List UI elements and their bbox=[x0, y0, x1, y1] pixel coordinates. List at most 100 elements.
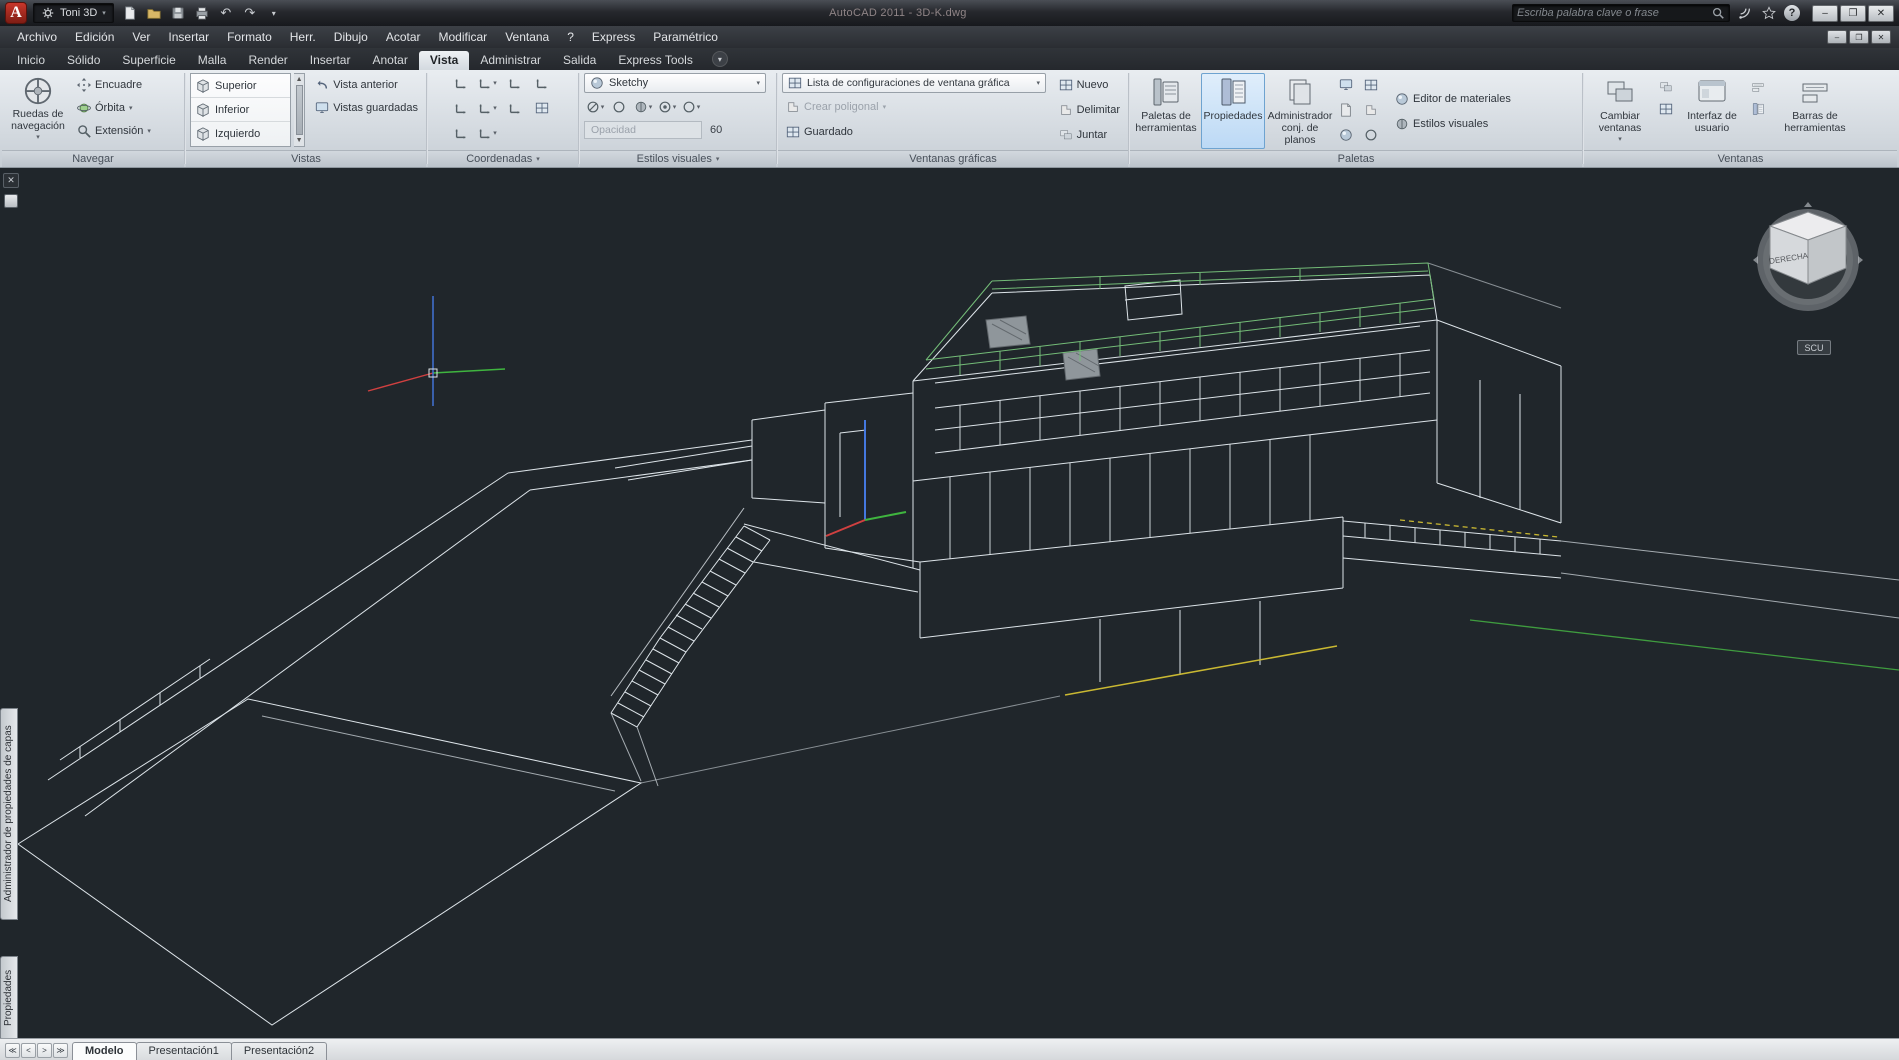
view-superior[interactable]: Superior bbox=[191, 74, 290, 98]
zoom-extents-button[interactable]: Extensión ▾ bbox=[73, 119, 155, 142]
favorites-icon[interactable] bbox=[1760, 4, 1778, 22]
menu-herr[interactable]: Herr. bbox=[281, 26, 325, 48]
visual-style-dropdown[interactable]: Sketchy ▾ bbox=[584, 73, 766, 93]
restore-button[interactable]: ❐ bbox=[1840, 4, 1866, 22]
last-layout-button[interactable]: ≫ bbox=[53, 1043, 68, 1058]
doc-close-button[interactable]: ✕ bbox=[1871, 30, 1891, 44]
tool-palettes-button[interactable]: Paletas de herramientas bbox=[1134, 73, 1198, 149]
tab-solido[interactable]: Sólido bbox=[56, 51, 111, 70]
opacity-slider[interactable]: Opacidad bbox=[584, 121, 702, 139]
tab-anotar[interactable]: Anotar bbox=[361, 51, 418, 70]
tab-modelo[interactable]: Modelo bbox=[72, 1042, 137, 1060]
ucs-named-button[interactable] bbox=[531, 98, 553, 118]
tab-presentacion2[interactable]: Presentación2 bbox=[230, 1042, 328, 1060]
close-button[interactable]: ✕ bbox=[1868, 4, 1894, 22]
doc-restore-button[interactable]: ❐ bbox=[1849, 30, 1869, 44]
sidebar-tab-properties[interactable]: Propiedades bbox=[0, 956, 18, 1038]
panel-label-paletas[interactable]: Paletas bbox=[1130, 150, 1582, 167]
wireframe-style-button[interactable] bbox=[608, 97, 630, 117]
join-viewport-button[interactable]: Juntar bbox=[1055, 123, 1124, 146]
switch-windows-button[interactable]: Cambiar ventanas ▾ bbox=[1588, 73, 1652, 149]
edge-effects-button[interactable]: ▾ bbox=[656, 97, 678, 117]
viewcube[interactable]: DERECHA bbox=[1743, 198, 1873, 333]
toolbars-button[interactable]: Barras de herramientas bbox=[1772, 73, 1858, 149]
properties-palette-button[interactable]: Propiedades bbox=[1201, 73, 1265, 150]
culling-toggle-button[interactable]: ▾ bbox=[584, 97, 606, 117]
panel-label-ventanas-graficas[interactable]: Ventanas gráficas bbox=[778, 150, 1128, 167]
help-button[interactable]: ? bbox=[1784, 5, 1800, 21]
menu-express[interactable]: Express bbox=[583, 26, 644, 48]
tab-superficie[interactable]: Superficie bbox=[111, 51, 186, 70]
menu-ventana[interactable]: Ventana bbox=[496, 26, 558, 48]
viewcube-arrow-up[interactable] bbox=[1804, 202, 1812, 207]
tab-render[interactable]: Render bbox=[237, 51, 298, 70]
visual-styles-palette-button[interactable]: Estilos visuales bbox=[1391, 112, 1515, 135]
view-izquierdo[interactable]: Izquierdo bbox=[191, 122, 290, 146]
create-polygonal-button[interactable]: Crear poligonal ▾ bbox=[782, 95, 1052, 118]
open-button[interactable] bbox=[144, 3, 164, 23]
scu-menu-badge[interactable]: SCU bbox=[1797, 340, 1831, 355]
workspace-switcher[interactable]: Toni 3D ▾ bbox=[33, 3, 114, 23]
menu-archivo[interactable]: Archivo bbox=[8, 26, 66, 48]
palette-tool-button[interactable] bbox=[1360, 100, 1382, 120]
palette-tool-button[interactable] bbox=[1335, 75, 1357, 95]
views-gallery-scrollbar[interactable]: ▲ ▼ bbox=[293, 73, 306, 147]
orbit-button[interactable]: Órbita ▾ bbox=[73, 96, 155, 119]
xray-button[interactable]: ▾ bbox=[680, 97, 702, 117]
ucs-face-button[interactable] bbox=[531, 73, 553, 93]
shading-button[interactable]: ▾ bbox=[632, 97, 654, 117]
prev-layout-button[interactable]: < bbox=[21, 1043, 36, 1058]
palette-tool-button[interactable] bbox=[1360, 125, 1382, 145]
panel-label-coordenadas[interactable]: Coordenadas ▾ bbox=[428, 150, 578, 167]
application-menu-button[interactable]: A bbox=[5, 2, 27, 24]
scroll-up-icon[interactable]: ▲ bbox=[296, 76, 303, 83]
sidebar-tab-layer-properties[interactable]: Administrador de propiedades de capas bbox=[0, 708, 18, 920]
tab-express-tools[interactable]: Express Tools bbox=[607, 51, 703, 70]
tab-vista[interactable]: Vista bbox=[418, 51, 470, 70]
next-layout-button[interactable]: > bbox=[37, 1043, 52, 1058]
close-icon[interactable]: ✕ bbox=[3, 173, 19, 188]
ucs-origin-button[interactable] bbox=[450, 98, 472, 118]
search-input[interactable] bbox=[1517, 7, 1707, 19]
tab-insertar[interactable]: Insertar bbox=[299, 51, 362, 70]
palette-tool-button[interactable] bbox=[1335, 125, 1357, 145]
new-viewport-button[interactable]: Nuevo bbox=[1055, 73, 1124, 96]
plot-button[interactable] bbox=[192, 3, 212, 23]
tile-horizontal-button[interactable] bbox=[1655, 99, 1677, 119]
saved-views-button[interactable]: Vistas guardadas bbox=[311, 96, 422, 119]
materials-editor-button[interactable]: Editor de materiales bbox=[1391, 87, 1515, 110]
sheet-set-manager-button[interactable]: Administrador conj. de planos bbox=[1268, 73, 1332, 149]
qat-overflow-button[interactable]: ▾ bbox=[264, 3, 284, 23]
viewcube-arrow-left[interactable] bbox=[1753, 256, 1758, 264]
doc-minimize-button[interactable]: – bbox=[1827, 30, 1847, 44]
ucs-world-button[interactable]: ▾ bbox=[477, 73, 499, 93]
ribbon-minimize-button[interactable]: ▾ bbox=[711, 51, 728, 67]
scroll-down-icon[interactable]: ▼ bbox=[296, 137, 303, 144]
new-button[interactable] bbox=[120, 3, 140, 23]
tab-inicio[interactable]: Inicio bbox=[6, 51, 56, 70]
tab-malla[interactable]: Malla bbox=[187, 51, 238, 70]
undo-button[interactable]: ↶ bbox=[216, 3, 236, 23]
model-viewport[interactable]: ✕ Administrador de propiedades de capas … bbox=[0, 168, 1899, 1038]
viewport-config-dropdown[interactable]: Lista de configuraciones de ventana gráf… bbox=[782, 73, 1046, 93]
previous-view-button[interactable]: Vista anterior bbox=[311, 73, 422, 96]
ucs-y-button[interactable]: ▾ bbox=[477, 123, 499, 143]
menu-dibujo[interactable]: Dibujo bbox=[325, 26, 377, 48]
menu-edicion[interactable]: Edición bbox=[66, 26, 123, 48]
redo-button[interactable]: ↷ bbox=[240, 3, 260, 23]
ucs-button[interactable] bbox=[450, 73, 472, 93]
pan-button[interactable]: Encuadre bbox=[73, 73, 155, 96]
scroll-thumb[interactable] bbox=[295, 85, 303, 135]
status-bar-button[interactable] bbox=[1747, 99, 1769, 119]
tab-salida[interactable]: Salida bbox=[552, 51, 607, 70]
menu-formato[interactable]: Formato bbox=[218, 26, 281, 48]
ucs-3point-button[interactable] bbox=[504, 98, 526, 118]
menu-ver[interactable]: Ver bbox=[123, 26, 159, 48]
view-inferior[interactable]: Inferior bbox=[191, 98, 290, 122]
minimize-button[interactable]: – bbox=[1812, 4, 1838, 22]
menu-ayuda[interactable]: ? bbox=[558, 26, 583, 48]
search-icon[interactable] bbox=[1711, 6, 1725, 20]
user-interface-button[interactable]: Interfaz de usuario bbox=[1680, 73, 1744, 149]
palette-tool-button[interactable] bbox=[1360, 75, 1382, 95]
menu-parametrico[interactable]: Paramétrico bbox=[644, 26, 727, 48]
